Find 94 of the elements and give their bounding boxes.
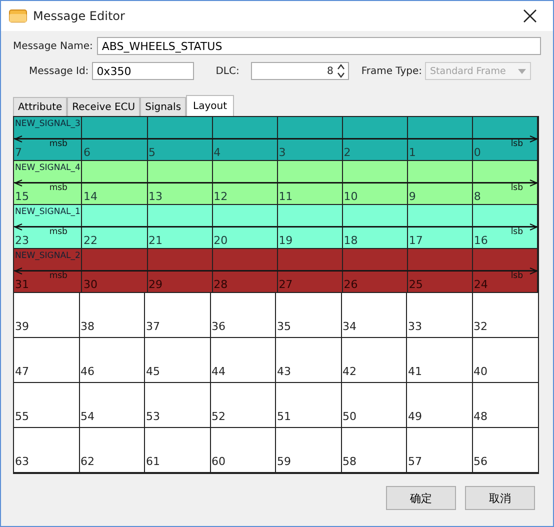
bit-number: 57 bbox=[408, 455, 422, 469]
bit-number: 8 bbox=[474, 190, 481, 204]
dropdown-arrow-icon bbox=[518, 68, 526, 74]
lsb-label: lsb bbox=[510, 227, 523, 237]
signal-name: NEW_SIGNAL_3 bbox=[15, 119, 80, 129]
bit-number: 43 bbox=[277, 365, 291, 379]
bit-number: 22 bbox=[83, 234, 98, 248]
bit-number: 14 bbox=[83, 190, 98, 204]
bit-number: 55 bbox=[15, 410, 29, 424]
bit-number: 53 bbox=[146, 410, 160, 424]
bit-number: 31 bbox=[15, 278, 29, 292]
bit-number: 26 bbox=[344, 278, 358, 292]
field-label: Message Name: bbox=[13, 40, 93, 52]
bit-number: 62 bbox=[80, 455, 94, 469]
spin-arrows-icon[interactable] bbox=[337, 63, 346, 79]
bit-number: 35 bbox=[277, 320, 291, 334]
field-label: DLC: bbox=[216, 66, 240, 76]
bit-number: 48 bbox=[474, 410, 488, 424]
bit-number: 13 bbox=[148, 190, 163, 204]
signal-name: NEW_SIGNAL_2 bbox=[15, 251, 80, 261]
dialog-button[interactable]: 确定 bbox=[386, 486, 456, 510]
bit-number: 49 bbox=[408, 410, 422, 424]
bit-number: 15 bbox=[15, 190, 29, 204]
signal-name: NEW_SIGNAL_1 bbox=[15, 207, 80, 217]
bit-number: 54 bbox=[80, 410, 94, 424]
bit-number: 7 bbox=[15, 146, 22, 160]
bit-number: 12 bbox=[214, 190, 228, 204]
bit-number: 6 bbox=[83, 146, 90, 160]
bit-number: 51 bbox=[277, 410, 291, 424]
bit-number: 28 bbox=[214, 278, 228, 292]
bit-number: 27 bbox=[278, 278, 293, 292]
bit-number: 23 bbox=[15, 234, 29, 248]
bit-number: 3 bbox=[278, 146, 286, 160]
dlc-spinbox[interactable]: 8 bbox=[251, 62, 350, 80]
bit-number: 25 bbox=[408, 278, 423, 292]
dialog-button[interactable]: 取消 bbox=[465, 486, 535, 510]
tab[interactable]: Receive ECU bbox=[67, 97, 140, 116]
bit-number: 63 bbox=[15, 455, 29, 469]
tab[interactable]: Signals bbox=[140, 97, 186, 116]
bit-number: 40 bbox=[474, 365, 488, 379]
bit-number: 36 bbox=[212, 320, 226, 334]
msb-label: msb bbox=[49, 227, 68, 237]
lsb-label: lsb bbox=[510, 139, 523, 149]
msb-label: msb bbox=[49, 183, 68, 193]
bit-number: 19 bbox=[278, 234, 293, 248]
tab[interactable]: Attribute bbox=[13, 97, 68, 116]
bit-number: 46 bbox=[80, 365, 94, 379]
message-id-field[interactable]: 0x350 bbox=[92, 62, 194, 80]
bit-number: 60 bbox=[212, 455, 226, 469]
window-title: Message Editor bbox=[33, 9, 126, 23]
bit-number: 20 bbox=[214, 234, 228, 248]
folder-icon bbox=[9, 9, 27, 23]
bit-number: 18 bbox=[344, 234, 358, 248]
bit-number: 42 bbox=[342, 365, 356, 379]
bit-number: 44 bbox=[212, 365, 226, 379]
bit-number: 37 bbox=[146, 320, 160, 334]
bit-number: 56 bbox=[474, 455, 488, 469]
msb-label: msb bbox=[49, 271, 68, 281]
bit-number: 39 bbox=[15, 320, 29, 334]
bit-number: 58 bbox=[342, 455, 356, 469]
signal-name: NEW_SIGNAL_4 bbox=[15, 163, 80, 173]
field-label: Frame Type: bbox=[361, 66, 422, 76]
bit-number: 11 bbox=[278, 190, 293, 204]
bit-number: 34 bbox=[342, 320, 356, 334]
bit-number: 4 bbox=[214, 146, 221, 160]
bit-number: 47 bbox=[15, 365, 29, 379]
lsb-label: lsb bbox=[510, 271, 523, 281]
bit-number: 2 bbox=[344, 146, 351, 160]
bit-number: 16 bbox=[474, 234, 488, 248]
bit-number: 10 bbox=[344, 190, 358, 204]
bit-number: 1 bbox=[408, 146, 416, 160]
bit-number: 0 bbox=[474, 146, 481, 160]
bit-number: 38 bbox=[80, 320, 94, 334]
bit-number: 52 bbox=[212, 410, 226, 424]
bit-number: 30 bbox=[83, 278, 98, 292]
bit-number: 9 bbox=[408, 190, 416, 204]
bit-number: 32 bbox=[474, 320, 488, 334]
bit-number: 24 bbox=[474, 278, 488, 292]
field-label: Message Id: bbox=[29, 66, 89, 76]
tab[interactable]: Layout bbox=[186, 95, 234, 116]
bit-number: 21 bbox=[148, 234, 163, 248]
close-icon bbox=[523, 9, 537, 23]
bit-number: 29 bbox=[148, 278, 163, 292]
lsb-label: lsb bbox=[510, 183, 523, 193]
bit-number: 59 bbox=[277, 455, 291, 469]
bit-number: 50 bbox=[342, 410, 356, 424]
message-name-field[interactable]: ABS_WHEELS_STATUS bbox=[96, 37, 541, 55]
bit-number: 33 bbox=[408, 320, 422, 334]
bit-number: 17 bbox=[408, 234, 423, 248]
bit-number: 41 bbox=[408, 365, 422, 379]
bit-number: 61 bbox=[146, 455, 160, 469]
bit-number: 45 bbox=[146, 365, 160, 379]
bit-number: 5 bbox=[148, 146, 156, 160]
msb-label: msb bbox=[49, 139, 68, 149]
